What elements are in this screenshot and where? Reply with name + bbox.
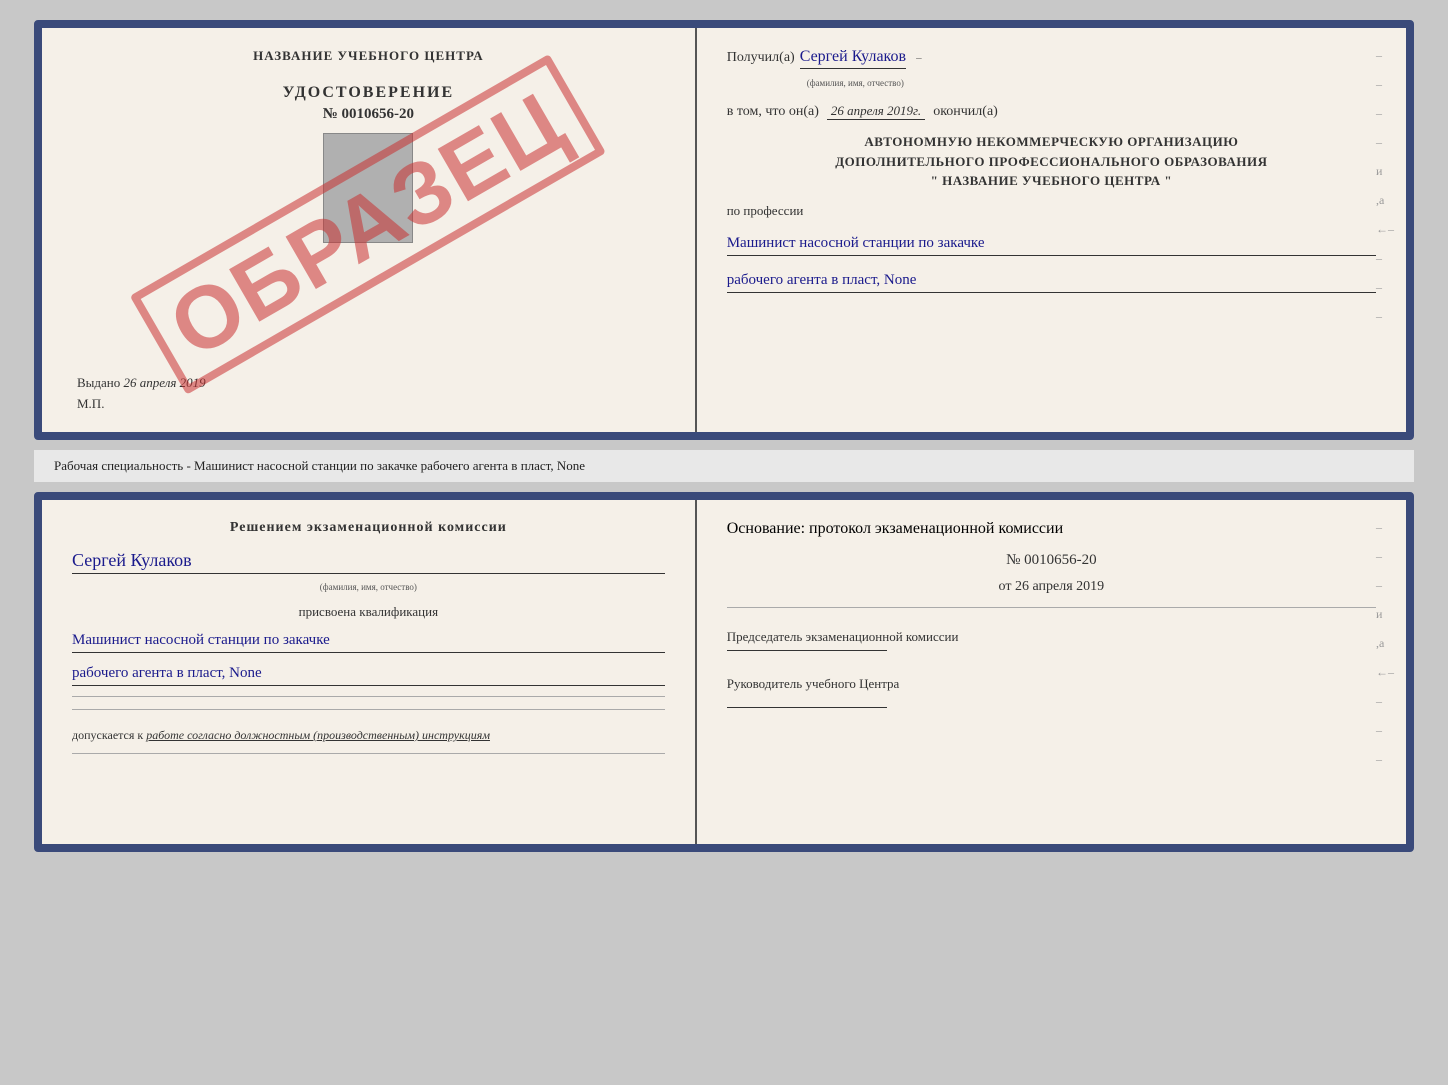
line3 (72, 753, 665, 754)
ot-date: от 26 апреля 2019 (727, 579, 1376, 595)
udostoverenie-block: УДОСТОВЕРЕНИЕ № 0010656-20 (283, 84, 455, 123)
top-left-title: НАЗВАНИЕ УЧЕБНОГО ЦЕНТРА (253, 48, 484, 64)
rukovoditel-signature-line (727, 707, 887, 708)
top-doc-right: Получил(a) Сергей Кулаков – (фамилия, им… (697, 28, 1406, 432)
qual-line1: Машинист насосной станции по закачке (72, 628, 665, 653)
okonchil-label: окончил(а) (933, 104, 998, 120)
qual-line2: рабочего агента в пласт, None (72, 661, 665, 686)
middle-text: Рабочая специальность - Машинист насосно… (34, 450, 1414, 482)
right-dashes: ––––и,а←–––– (1376, 48, 1394, 324)
predsedatel-label: Председатель экзаменационной комиссии (727, 628, 1376, 646)
vydano-date: 26 апреля 2019 (124, 375, 206, 390)
vtom-date: 26 апреля 2019г. (827, 103, 925, 120)
mp-label: М.П. (77, 396, 104, 412)
bottom-right-dashes: –––и,а←–––– (1376, 520, 1394, 767)
org-line1: АВТОНОМНУЮ НЕКОММЕРЧЕСКУЮ ОРГАНИЗАЦИЮ (727, 132, 1376, 152)
top-document: НАЗВАНИЕ УЧЕБНОГО ЦЕНТРА УДОСТОВЕРЕНИЕ №… (34, 20, 1414, 440)
osnowanie-label: Основание: протокол экзаменационной коми… (727, 520, 1376, 538)
prof-line1: Машинист насосной станции по закачке (727, 231, 1376, 256)
vtom-row: в том, что он(а) 26 апреля 2019г. окончи… (727, 103, 1376, 120)
predsedatel-block: Председатель экзаменационной комиссии (727, 628, 1376, 655)
bottom-name: Сергей Кулаков (72, 550, 665, 574)
org-line3: " НАЗВАНИЕ УЧЕБНОГО ЦЕНТРА " (727, 171, 1376, 191)
line1 (72, 696, 665, 697)
udost-label: УДОСТОВЕРЕНИЕ (283, 84, 455, 102)
bottom-doc-right: Основание: протокол экзаменационной коми… (697, 500, 1406, 844)
middle-text-content: Рабочая специальность - Машинист насосно… (54, 458, 585, 473)
prof-line2: рабочего агента в пласт, None (727, 268, 1376, 293)
bottom-doc-left: Решением экзаменационной комиссии Сергей… (42, 500, 697, 844)
familiya-hint-top: (фамилия, имя, отчество) (807, 78, 904, 88)
vydano-label: Выдано (77, 375, 120, 390)
po-professii-label: по профессии (727, 203, 1376, 219)
document-container: НАЗВАНИЕ УЧЕБНОГО ЦЕНТРА УДОСТОВЕРЕНИЕ №… (34, 20, 1414, 852)
top-doc-left: НАЗВАНИЕ УЧЕБНОГО ЦЕНТРА УДОСТОВЕРЕНИЕ №… (42, 28, 697, 432)
poluchil-name: Сергей Кулаков (800, 48, 906, 69)
photo-placeholder (323, 133, 413, 243)
dopuskaetsya-label: допускается к (72, 728, 143, 742)
bottom-document: Решением экзаменационной комиссии Сергей… (34, 492, 1414, 852)
vtom-label: в том, что он(а) (727, 104, 819, 120)
poluchil-row: Получил(a) Сергей Кулаков – (727, 48, 1376, 69)
vydano-row: Выдано 26 апреля 2019 (77, 375, 206, 391)
resheniem-title: Решением экзаменационной комиссии (72, 520, 665, 536)
org-block: АВТОНОМНУЮ НЕКОММЕРЧЕСКУЮ ОРГАНИЗАЦИЮ ДО… (727, 132, 1376, 191)
udost-number: № 0010656-20 (323, 106, 414, 123)
bottom-fio-hint: (фамилия, имя, отчество) (72, 582, 665, 592)
org-line2: ДОПОЛНИТЕЛЬНОГО ПРОФЕССИОНАЛЬНОГО ОБРАЗО… (727, 152, 1376, 172)
bottom-right-line1 (727, 607, 1376, 608)
dopuskaetsya-row: допускается к работе согласно должностны… (72, 728, 665, 743)
dopuskaetsya-value: работе согласно должностным (производств… (146, 728, 490, 742)
prisvoena-label: присвоена квалификация (72, 604, 665, 620)
predsedatel-signature-line (727, 650, 887, 651)
protocol-number: № 0010656-20 (727, 552, 1376, 569)
poluchil-label: Получил(a) (727, 50, 795, 66)
rukovoditel-label: Руководитель учебного Центра (727, 675, 1376, 693)
line2 (72, 709, 665, 710)
